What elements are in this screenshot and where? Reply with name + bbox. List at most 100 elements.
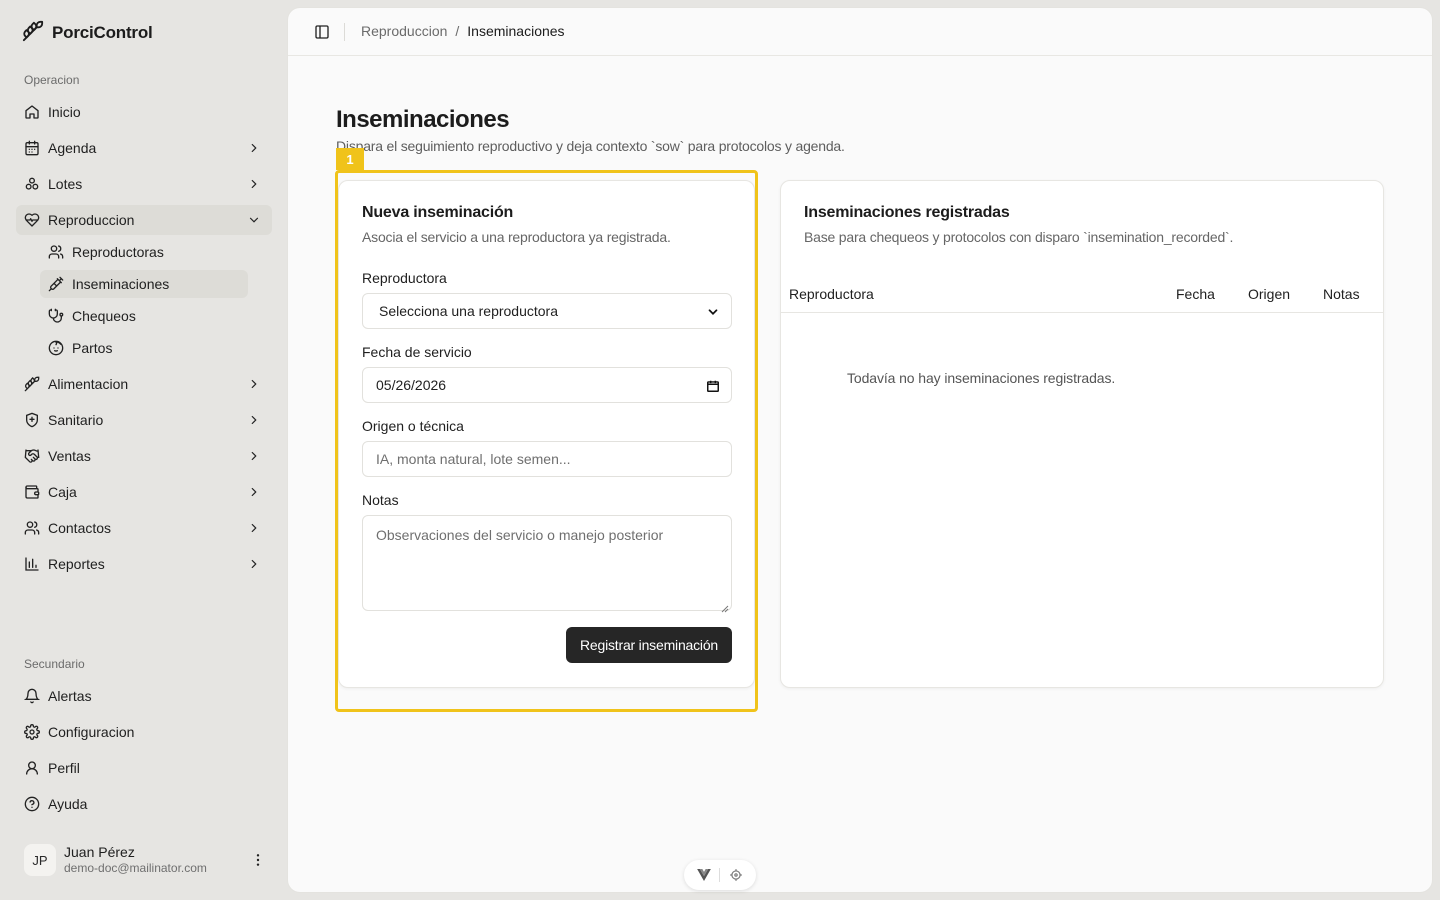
registered-inseminations-card: Inseminaciones registradas Base para che… [780, 180, 1384, 688]
reproductora-select-value: Selecciona una reproductora [379, 303, 559, 319]
sidebar-item-label: Reportes [48, 556, 105, 572]
sidebar-item-perfil[interactable]: Perfil [16, 753, 272, 783]
user-email: demo-doc@mailinator.com [64, 861, 207, 875]
sidebar-item-alimentacion[interactable]: Alimentacion [16, 369, 272, 399]
sidebar-item-label: Alimentacion [48, 376, 129, 392]
sidebar-item-inicio[interactable]: Inicio [16, 97, 272, 127]
page-title: Inseminaciones [336, 106, 510, 133]
calendar-icon [24, 140, 40, 156]
users-icon [48, 244, 64, 260]
reproductora-label: Reproductora [362, 270, 447, 286]
sidebar-subitem-reproductoras[interactable]: Reproductoras [40, 238, 248, 266]
sidebar-item-contactos[interactable]: Contactos [16, 513, 272, 543]
new-insemination-card: Nueva inseminación Asocia el servicio a … [338, 180, 755, 688]
sidebar-item-lotes[interactable]: Lotes [16, 169, 272, 199]
sidebar-subitem-partos[interactable]: Partos [40, 334, 248, 362]
sidebar-item-label: Contactos [48, 520, 112, 536]
group-label-operacion: Operacion [24, 73, 80, 87]
table-header: Reproductora Fecha Origen Notas [781, 277, 1383, 313]
brand[interactable]: PorciControl [22, 20, 153, 45]
sidebar-item-ventas[interactable]: Ventas [16, 441, 272, 471]
avatar: JP [24, 844, 56, 876]
fecha-input[interactable]: 05/26/2026 [362, 367, 732, 403]
sidebar-item-alertas[interactable]: Alertas [16, 681, 272, 711]
reproductora-select[interactable]: Selecciona una reproductora [362, 293, 732, 329]
group-icon [24, 176, 40, 192]
form-description: Asocia el servicio a una reproductora ya… [362, 229, 671, 245]
highlight-badge: 1 [336, 148, 364, 170]
sidebar-item-label: Ventas [48, 448, 91, 464]
sidebar-subitem-label: Partos [72, 340, 113, 356]
chevron-down-icon [246, 212, 262, 228]
sidebar-item-ayuda[interactable]: Ayuda [16, 789, 272, 819]
sidebar-item-label: Caja [48, 484, 77, 500]
register-insemination-button[interactable]: Registrar inseminación [566, 627, 732, 663]
sidebar: PorciControl Operacion Inicio Agenda Lot… [0, 0, 288, 900]
user-name: Juan Pérez [64, 844, 135, 860]
sidebar-subitem-chequeos[interactable]: Chequeos [40, 302, 248, 330]
group-label-secundario: Secundario [24, 657, 85, 671]
shield-icon [24, 412, 40, 428]
topbar: Reproduccion / Inseminaciones [288, 8, 1432, 56]
chevron-right-icon [246, 412, 262, 428]
notas-textarea-placeholder: Observaciones del servicio o manejo post… [376, 527, 664, 543]
breadcrumb: Reproduccion / Inseminaciones [361, 23, 565, 39]
user-icon [24, 760, 40, 776]
syringe-icon [48, 276, 64, 292]
breadcrumb-separator: / [455, 23, 460, 39]
gear-icon [24, 724, 40, 740]
breadcrumb-current: Inseminaciones [467, 23, 565, 39]
empty-state-text: Todavía no hay inseminaciones registrada… [847, 370, 1116, 386]
resize-handle-icon[interactable] [721, 600, 729, 613]
page-subtitle: Dispara el seguimiento reproductivo y de… [336, 138, 845, 154]
sidebar-item-label: Reproduccion [48, 212, 135, 228]
sidebar-item-sanitario[interactable]: Sanitario [16, 405, 272, 435]
bell-icon [24, 688, 40, 704]
chevron-right-icon [246, 176, 262, 192]
chevron-down-icon [705, 304, 721, 320]
breadcrumb-parent[interactable]: Reproduccion [361, 23, 447, 39]
chevron-right-icon [246, 376, 262, 392]
user-profile[interactable]: JP Juan Pérez demo-doc@mailinator.com [24, 840, 274, 880]
chart-icon [24, 556, 40, 572]
wallet-icon [24, 484, 40, 500]
column-header-notas: Notas [1323, 286, 1360, 302]
users-icon [24, 520, 40, 536]
calendar-icon[interactable] [705, 378, 721, 394]
heart-icon [24, 212, 40, 228]
vue-logo-icon[interactable] [696, 867, 712, 883]
sidebar-item-label: Configuracion [48, 724, 135, 740]
sidebar-item-label: Lotes [48, 176, 83, 192]
notas-textarea[interactable]: Observaciones del servicio o manejo post… [362, 515, 732, 613]
chevron-right-icon [246, 140, 262, 156]
sidebar-subitem-inseminaciones[interactable]: Inseminaciones [40, 270, 248, 298]
sidebar-item-reportes[interactable]: Reportes [16, 549, 272, 579]
sidebar-item-reproduccion[interactable]: Reproduccion [16, 205, 272, 235]
chevron-right-icon [246, 484, 262, 500]
chevron-right-icon [246, 556, 262, 572]
sidebar-subitem-label: Reproductoras [72, 244, 164, 260]
sidebar-item-label: Ayuda [48, 796, 88, 812]
form-title: Nueva inseminación [362, 204, 514, 221]
floating-toolbar [684, 860, 756, 890]
sidebar-toggle-icon[interactable] [312, 22, 332, 42]
sidebar-item-agenda[interactable]: Agenda [16, 133, 272, 163]
column-header-origen: Origen [1248, 286, 1291, 302]
more-vertical-icon[interactable] [250, 852, 266, 868]
sidebar-item-label: Agenda [48, 140, 97, 156]
origen-label: Origen o técnica [362, 418, 464, 434]
leaf-icon [22, 20, 44, 45]
notas-label: Notas [362, 492, 399, 508]
chevron-right-icon [246, 448, 262, 464]
sidebar-item-label: Inicio [48, 104, 81, 120]
target-icon[interactable] [728, 867, 744, 883]
stethoscope-icon [48, 308, 64, 324]
app-name: PorciControl [52, 22, 153, 42]
sidebar-item-caja[interactable]: Caja [16, 477, 272, 507]
sidebar-subitem-label: Inseminaciones [72, 276, 170, 292]
origen-input[interactable]: IA, monta natural, lote semen... [362, 441, 732, 477]
sidebar-item-configuracion[interactable]: Configuracion [16, 717, 272, 747]
column-header-fecha: Fecha [1176, 286, 1215, 302]
baby-icon [48, 340, 64, 356]
sidebar-subitem-label: Chequeos [72, 308, 136, 324]
